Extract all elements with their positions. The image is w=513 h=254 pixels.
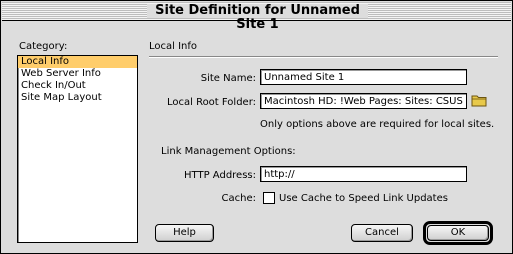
- cache-label: Cache:: [221, 193, 256, 204]
- link-management-heading: Link Management Options:: [161, 146, 296, 157]
- category-item-web-server-info[interactable]: Web Server Info: [18, 68, 137, 80]
- section-divider: [149, 56, 498, 58]
- cache-checkbox-label[interactable]: Use Cache to Speed Link Updates: [279, 193, 448, 204]
- cancel-button[interactable]: Cancel: [351, 224, 413, 242]
- category-list[interactable]: Local Info Web Server Info Check In/Out …: [17, 55, 138, 243]
- category-item-site-map-layout[interactable]: Site Map Layout: [18, 92, 137, 104]
- http-address-input[interactable]: http://: [260, 166, 467, 182]
- local-sites-note: Only options above are required for loca…: [260, 119, 495, 130]
- window-title: Site Definition for Unnamed Site 1: [147, 4, 368, 32]
- http-address-label: HTTP Address:: [184, 170, 256, 181]
- root-folder-label: Local Root Folder:: [166, 97, 256, 108]
- root-folder-input[interactable]: Macintosh HD: !Web Pages: Sites: CSUS We…: [260, 93, 467, 109]
- site-name-label: Site Name:: [200, 73, 256, 84]
- site-name-input[interactable]: Unnamed Site 1: [260, 69, 467, 85]
- cache-checkbox[interactable]: [263, 192, 275, 204]
- category-item-local-info[interactable]: Local Info: [18, 56, 137, 68]
- section-title: Local Info: [149, 41, 198, 52]
- site-definition-dialog: Site Definition for Unnamed Site 1 Categ…: [0, 0, 513, 254]
- category-item-check-in-out[interactable]: Check In/Out: [18, 80, 137, 92]
- title-bar[interactable]: Site Definition for Unnamed Site 1: [2, 2, 511, 32]
- help-button[interactable]: Help: [155, 224, 214, 242]
- folder-icon[interactable]: [471, 94, 487, 107]
- ok-button[interactable]: OK: [427, 225, 489, 241]
- category-label: Category:: [19, 41, 68, 52]
